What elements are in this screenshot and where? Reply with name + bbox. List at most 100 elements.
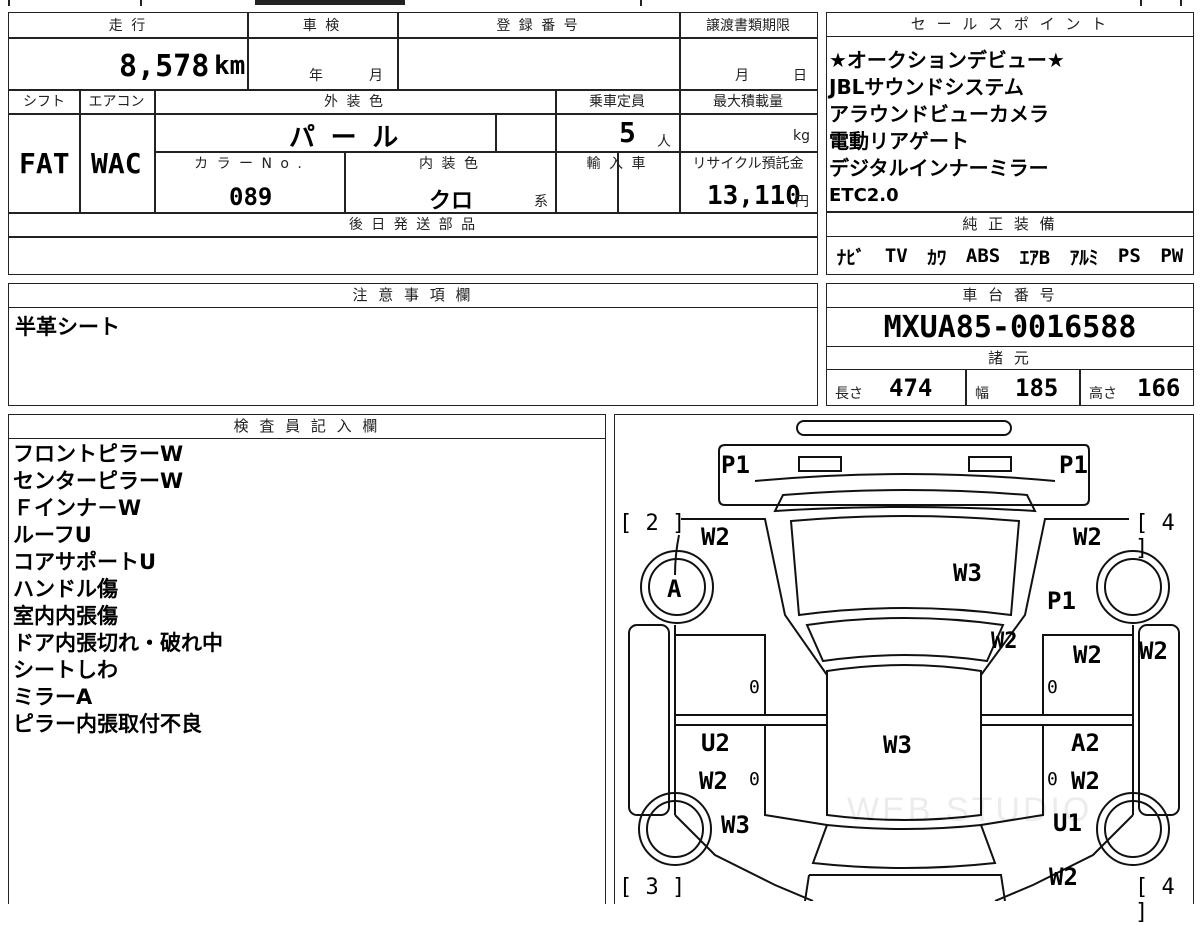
inspection-label: 車 検 [302, 18, 342, 34]
corner-label-rear-left: [ 3 ] [619, 875, 686, 900]
inspection-month-unit: 月 [369, 68, 385, 84]
inspector-note-line: ミラーA [13, 685, 93, 709]
watermark: WEB STUDIO [847, 791, 1093, 829]
later-parts-label: 後 日 発 送 部 品 [348, 217, 478, 233]
damage-mark: 0 [1047, 677, 1058, 698]
inspector-note-line: ピラー内張取付不良 [13, 712, 202, 736]
height-label: 高さ [1089, 386, 1117, 402]
damage-mark: W2 [699, 767, 728, 795]
color-number-label: カ ラ ー N o . [194, 156, 304, 172]
damage-mark: P1 [1047, 587, 1076, 615]
exterior-color-label: 外 装 色 [324, 94, 385, 110]
damage-mark: P1 [721, 451, 750, 479]
sales-point-box: セ ー ル ス ポ イ ン ト ★オークションデビュー★ JBLサウンドシステム… [826, 12, 1194, 212]
inspector-note-line: ドア内張切れ・破れ中 [13, 631, 223, 655]
inspector-note-line: センターピラーW [13, 469, 184, 493]
damage-mark: W2 [991, 629, 1018, 654]
damage-mark: U2 [701, 729, 730, 757]
damage-mark: A [667, 575, 682, 603]
max-load-unit: kg [793, 128, 810, 144]
transfer-deadline-label: 譲渡書類期限 [706, 18, 790, 34]
recycle-deposit-label: リサイクル預託金 [692, 156, 804, 172]
chassis-number-label: 車 台 番 号 [827, 284, 1193, 308]
corner-label-rear-right: [ 4 ] [1135, 875, 1175, 925]
inspector-note-line: フロントピラーW [13, 442, 184, 466]
equipment-item-ps: PS [1117, 245, 1141, 267]
capacity-value: 5 [619, 116, 636, 149]
damage-mark: P1 [1059, 451, 1088, 479]
sales-point-label: セ ー ル ス ポ イ ン ト [827, 13, 1193, 37]
inspector-note-line: シートしわ [13, 658, 118, 682]
height-value: 166 [1137, 374, 1181, 402]
damage-mark: W3 [953, 559, 982, 587]
top-cutoff-strip [0, 0, 1200, 6]
sales-point-line: デジタルインナーミラー [829, 156, 1049, 180]
damage-mark: 0 [749, 677, 760, 698]
equipment-item-tv: TV [884, 245, 908, 267]
mileage-unit: km [214, 51, 246, 81]
damage-mark: W2 [1049, 863, 1078, 891]
equipment-list: ﾅﾋﾞ TV ｶﾜ ABS ｴｱB ｱﾙﾐ PS PW [827, 241, 1193, 271]
inspector-note-line: ルーフU [13, 523, 92, 547]
mileage-value: 8,578 [119, 49, 210, 84]
inspector-note-line: Ｆインナ－W [13, 496, 142, 520]
equipment-item-navi: ﾅﾋﾞ [836, 246, 866, 269]
exterior-color-value: パ ー ル [289, 123, 399, 153]
interior-color-suffix: 系 [534, 194, 550, 210]
sales-point-line: 電動リアゲート [829, 129, 969, 153]
equipment-item-alloy: ｱﾙﾐ [1069, 246, 1099, 269]
sales-point-line: アラウンドビューカメラ [829, 102, 1049, 126]
chassis-number-value: MXUA85-0016588 [883, 310, 1137, 345]
recycle-deposit-unit: 円 [795, 194, 809, 210]
shift-value: FAT [19, 147, 70, 180]
max-load-label: 最大積載量 [713, 94, 783, 110]
color-number-value: 089 [229, 183, 273, 211]
inspector-notes-label: 検 査 員 記 入 欄 [9, 415, 605, 439]
sales-point-line: ETC2.0 [829, 185, 899, 206]
vehicle-info-box: 走 行 車 検 登 録 番 号 譲渡書類期限 8,578 km 年 月 月 日 … [8, 12, 818, 275]
width-value: 185 [1015, 374, 1059, 402]
damage-mark: W2 [1073, 641, 1102, 669]
transfer-day-unit: 日 [793, 68, 809, 84]
corner-label-front-right: [ 4 ] [1135, 511, 1175, 561]
inspector-note-line: コアサポートU [13, 550, 157, 574]
car-damage-diagram-box: [ 2 ] [ 4 ] [ 3 ] [ 4 ] P1 P1 W2 W2 W3 A… [614, 414, 1194, 925]
shift-label: シフト [23, 94, 65, 110]
length-value: 474 [889, 374, 933, 402]
genuine-equipment-label: 純 正 装 備 [827, 213, 1193, 237]
inspector-notes-box: 検 査 員 記 入 欄 フロントピラーW センターピラーW Ｆインナ－W ルーフ… [8, 414, 606, 904]
damage-mark: 0 [749, 769, 760, 790]
damage-mark: W2 [701, 523, 730, 551]
capacity-unit: 人 [657, 134, 673, 150]
damage-mark: W3 [721, 811, 750, 839]
chassis-number-box: 車 台 番 号 MXUA85-0016588 諸 元 長さ 474 幅 185 … [826, 283, 1194, 406]
interior-color-value: クロ [429, 189, 474, 214]
capacity-label: 乗車定員 [589, 94, 645, 110]
equipment-item-leather: ｶﾜ [927, 246, 947, 269]
damage-mark: W2 [1073, 523, 1102, 551]
sales-point-line: ★オークションデビュー★ [829, 48, 1065, 72]
equipment-item-airbag: ｴｱB [1019, 246, 1051, 269]
inspector-note-line: 室内内張傷 [13, 604, 118, 628]
corner-label-front-left: [ 2 ] [619, 511, 686, 536]
damage-mark: W3 [883, 731, 912, 759]
equipment-item-abs: ABS [965, 245, 1001, 267]
registration-number-label: 登 録 番 号 [496, 18, 580, 34]
aircon-label: エアコン [88, 94, 145, 110]
notes-label: 注 意 事 項 欄 [9, 284, 817, 308]
aircon-value: WAC [91, 147, 142, 180]
import-car-label: 輸 入 車 [586, 156, 648, 172]
width-label: 幅 [975, 386, 989, 402]
recycle-deposit-value: 13,110 [707, 181, 801, 211]
length-label: 長さ [835, 386, 863, 402]
inspection-year-unit: 年 [309, 68, 325, 84]
sales-point-line: JBLサウンドシステム [829, 75, 1024, 99]
notes-box: 注 意 事 項 欄 半革シート [8, 283, 818, 406]
genuine-equipment-box: 純 正 装 備 ﾅﾋﾞ TV ｶﾜ ABS ｴｱB ｱﾙﾐ PS PW [826, 212, 1194, 275]
damage-mark: A2 [1071, 729, 1100, 757]
transfer-month-unit: 月 [735, 68, 751, 84]
equipment-item-pw: PW [1160, 245, 1184, 267]
notes-text: 半革シート [15, 315, 120, 339]
specs-label: 諸 元 [827, 347, 1193, 370]
damage-mark: W2 [1139, 637, 1168, 665]
